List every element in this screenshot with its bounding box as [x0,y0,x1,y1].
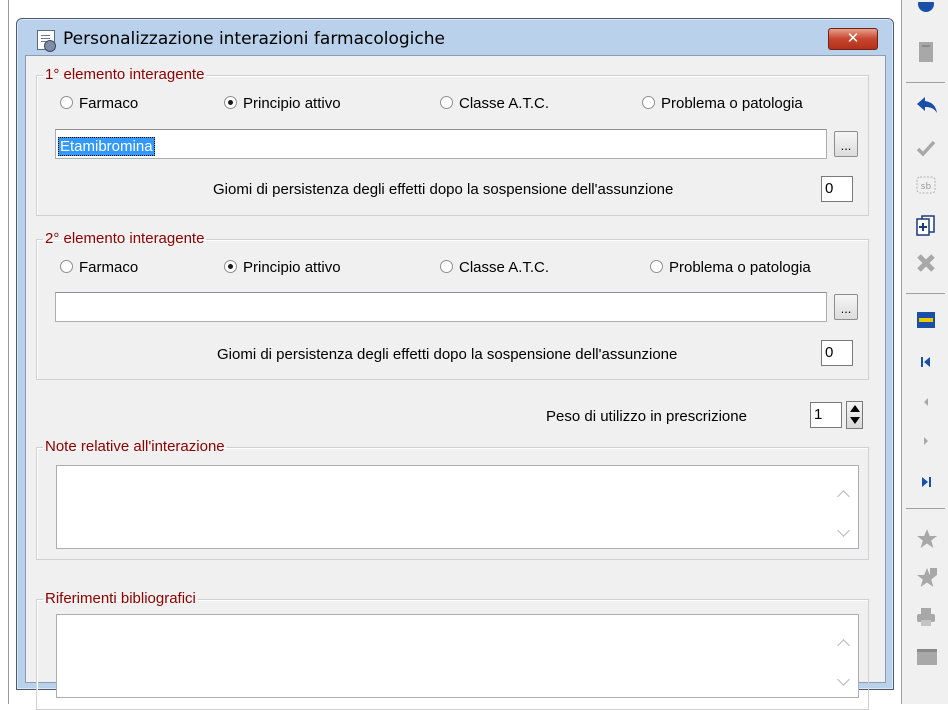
radio-circle-icon [60,96,73,109]
sb-icon[interactable]: sb [916,175,936,195]
radio-circle-icon [60,260,73,273]
prev-record-icon[interactable] [916,393,936,413]
element1-value-text: Etamibromina [58,137,155,156]
element1-radio-farmaco[interactable]: Farmaco [60,95,138,112]
element1-days-label: Giomi di persistenza degli effetti dopo … [213,181,674,198]
element2-radio-farmaco[interactable]: Farmaco [60,259,138,276]
document-settings-icon [37,30,56,52]
toolbar-separator [906,82,945,83]
element2-days-input[interactable]: 0 [821,340,853,366]
element1-browse-button[interactable]: ... [834,131,858,157]
scroll-down-icon[interactable] [838,530,848,536]
element2-days-label: Giomi di persistenza degli effetti dopo … [217,346,678,363]
element1-radio-principio-attivo[interactable]: Principio attivo [224,95,341,112]
window-title: Personalizzazione interazioni farmacolog… [63,29,445,49]
weight-input[interactable]: 1 [810,402,842,428]
radio-circle-icon [440,96,453,109]
references-textarea[interactable] [56,614,859,698]
notes-textarea[interactable] [56,465,859,549]
radio-circle-icon [650,260,663,273]
element2-value-field[interactable] [55,292,827,322]
add-record-icon[interactable] [916,215,936,236]
star-icon[interactable] [916,528,937,548]
form-icon[interactable] [916,310,936,330]
element2-radio-classe-atc[interactable]: Classe A.T.C. [440,259,549,276]
element2-radio-problema-patologia[interactable]: Problema o patologia [650,259,811,276]
right-toolbar: sb [901,0,948,704]
scroll-up-icon[interactable] [838,488,848,494]
dialog-window: Personalizzazione interazioni farmacolog… [16,18,894,710]
element1-days-input[interactable]: 0 [821,176,853,202]
element1-value-field[interactable]: Etamibromina [55,129,827,159]
window-icon[interactable] [916,647,937,667]
help-icon[interactable] [916,0,936,20]
element1-radio-classe-atc[interactable]: Classe A.T.C. [440,95,549,112]
weight-label: Peso di utilizzo in prescrizione [546,408,747,425]
last-record-icon[interactable] [916,473,936,493]
radio-selected-icon [224,96,237,109]
dialog-client-area: 1° elemento interagente Farmaco Principi… [25,55,886,710]
scroll-down-icon[interactable] [838,679,848,685]
element2-legend: 2° elemento interagente [45,230,205,247]
radio-selected-icon [224,260,237,273]
notes-legend: Note relative all'interazione [45,438,225,455]
star-add-icon[interactable] [916,567,937,587]
element2-radio-principio-attivo[interactable]: Principio attivo [224,259,341,276]
document-icon[interactable] [916,40,936,62]
element1-legend: 1° elemento interagente [45,66,205,83]
spin-up-icon[interactable] [850,405,860,412]
spin-down-icon[interactable] [850,417,860,424]
next-record-icon[interactable] [916,432,936,452]
references-legend: Riferimenti bibliografici [45,590,196,607]
element2-browse-button[interactable]: ... [834,294,858,320]
delete-icon[interactable] [916,253,936,273]
toolbar-separator [906,508,945,509]
weight-spinner[interactable] [846,401,863,429]
first-record-icon[interactable] [916,353,936,373]
svg-text:sb: sb [921,182,932,192]
back-arrow-icon[interactable] [916,95,937,115]
radio-circle-icon [642,96,655,109]
close-button[interactable]: ✕ [828,28,878,50]
scroll-up-icon[interactable] [838,637,848,643]
background-divider [8,0,9,704]
element1-radio-problema-patologia[interactable]: Problema o patologia [642,95,803,112]
print-icon[interactable] [916,607,936,627]
check-icon[interactable] [916,138,936,158]
radio-circle-icon [440,260,453,273]
titlebar[interactable]: Personalizzazione interazioni farmacolog… [17,19,893,55]
toolbar-separator [906,293,945,294]
